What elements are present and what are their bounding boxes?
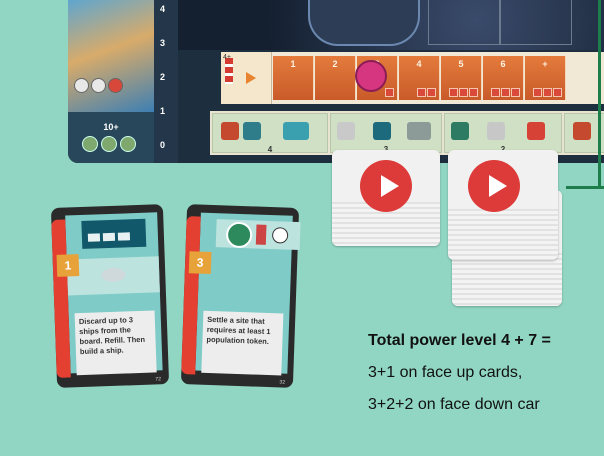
card-stack-icon (225, 58, 233, 84)
planet-art (68, 0, 154, 112)
arrow-icon (246, 72, 256, 84)
card-number: 3 (188, 251, 212, 274)
face-down-card[interactable] (448, 150, 558, 260)
bonus-token (82, 136, 98, 152)
action-group[interactable]: 2 (444, 113, 562, 154)
card-footer: 72 (155, 376, 162, 383)
card-number: 1 (56, 254, 80, 277)
action-group[interactable]: 4 (212, 113, 328, 154)
track-cell[interactable]: 4 (399, 56, 440, 100)
score-number: 2 (160, 72, 166, 82)
population-icon (337, 122, 355, 140)
summary-title: Total power level 4 + 7 = (368, 332, 551, 349)
track-start: 4+ (221, 52, 272, 104)
bonus-tokens (82, 136, 136, 152)
ship-slot[interactable] (500, 0, 572, 45)
track-cell[interactable]: 2 (315, 56, 356, 100)
action-row: 4 3 2 (210, 111, 604, 155)
planet-icon (221, 122, 239, 140)
settle-icon (225, 221, 253, 249)
ship-icon (87, 233, 101, 242)
track-cell[interactable]: 1 (273, 56, 314, 100)
card-illustration (66, 256, 160, 296)
attack-icon (527, 122, 545, 140)
highlight-border (598, 0, 601, 188)
track-cell[interactable]: + (525, 56, 566, 100)
power-marker[interactable] (355, 60, 387, 92)
track-prefix: 4+ (223, 54, 231, 61)
card-face: Settle a site that requires at least 1 p… (195, 212, 301, 376)
score-number: 4 (160, 4, 166, 14)
settle-icon (451, 122, 469, 140)
ship-icon (243, 122, 261, 140)
face-up-card[interactable]: Discard up to 3 ships from the board. Re… (50, 204, 170, 388)
planet-icon (573, 122, 591, 140)
ship-icon (487, 122, 505, 140)
city-icon (407, 122, 431, 140)
card-text: Settle a site that requires at least 1 p… (201, 310, 284, 376)
ship-slot[interactable] (428, 0, 500, 45)
game-board: 10+ 4 3 2 1 0 4+ 1 2 3 4 5 6 + 4 (68, 0, 604, 163)
track-number: 2 (332, 59, 338, 69)
ship-icon (101, 267, 126, 283)
bonus-label: 10+ (103, 122, 119, 132)
score-column (154, 0, 178, 163)
token (91, 78, 106, 93)
ship-icon (102, 232, 116, 242)
summary-line-2: 3+2+2 on face down car (368, 396, 540, 413)
highlight-border (566, 186, 604, 189)
track-number: 5 (458, 59, 464, 69)
token-slot-icon (271, 227, 289, 244)
card-face: Discard up to 3 ships from the board. Re… (65, 212, 163, 376)
track-cell[interactable]: 5 (441, 56, 482, 100)
score-number: 1 (160, 106, 166, 116)
track-number: 1 (290, 59, 296, 69)
power-track: 4+ 1 2 3 4 5 6 + (221, 52, 604, 104)
ship-dock (308, 0, 420, 46)
card-text: Discard up to 3 ships from the board. Re… (74, 310, 157, 376)
face-up-card[interactable]: Settle a site that requires at least 1 p… (180, 204, 301, 388)
action-group[interactable]: 3 (330, 113, 442, 154)
action-group-number: 4 (267, 145, 273, 154)
population-icon (255, 224, 267, 245)
token (108, 78, 123, 93)
track-number: 4 (416, 59, 422, 69)
colonist-icon (373, 122, 391, 140)
card-footer: 32 (279, 379, 286, 386)
token (74, 78, 89, 93)
summary-line-1: 3+1 on face up cards, (368, 364, 523, 381)
track-number: + (542, 59, 548, 69)
population-tokens (74, 78, 123, 93)
track-cell[interactable]: 6 (483, 56, 524, 100)
score-number: 0 (160, 140, 166, 150)
card-cost (81, 218, 147, 249)
starfield (178, 0, 604, 50)
track-number: 6 (500, 59, 506, 69)
bonus-token (120, 136, 136, 152)
score-number: 3 (160, 38, 166, 48)
face-down-card[interactable] (332, 150, 440, 246)
grid-icon (283, 122, 309, 140)
ship-icon (117, 232, 131, 241)
bonus-token (101, 136, 117, 152)
card-requirement (215, 219, 301, 251)
